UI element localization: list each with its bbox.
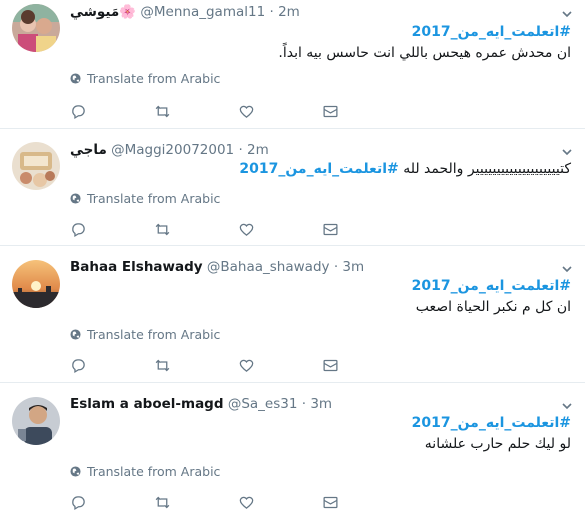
direct-message-button[interactable] <box>322 102 406 120</box>
retweet-button[interactable] <box>154 102 238 120</box>
retweet-icon <box>155 105 170 117</box>
translate-label: Translate from Arabic <box>87 191 221 206</box>
retweet-button[interactable] <box>154 220 238 238</box>
chevron-down-icon[interactable] <box>561 400 573 412</box>
separator-dot: · <box>269 4 274 20</box>
timestamp[interactable]: 3m <box>342 259 364 275</box>
avatar[interactable] <box>12 397 60 445</box>
reply-icon <box>72 104 85 119</box>
separator-dot: · <box>333 259 339 275</box>
envelope-icon <box>323 496 338 508</box>
direct-message-button[interactable] <box>322 220 406 238</box>
envelope-icon <box>323 223 338 235</box>
retweet-icon <box>155 359 170 371</box>
tweet-text: ان كل م نكبر الحياة اصعب <box>415 299 571 315</box>
hashtag-link[interactable]: #اتعلمت_ايه_من_2017 <box>239 161 398 177</box>
hashtag-link[interactable]: #اتعلمت_ايه_من_2017 <box>70 413 571 434</box>
tweet-header: Eslam a aboel-magd @Sa_es31 · 3m <box>70 396 555 412</box>
display-name[interactable]: ماجي <box>70 142 107 158</box>
display-name[interactable]: مَيوشي🌸 <box>70 4 136 20</box>
tweet-item[interactable]: Eslam a aboel-magd @Sa_es31 · 3m #اتعلمت… <box>0 383 585 512</box>
hashtag-link[interactable]: #اتعلمت_ايه_من_2017 <box>70 22 571 43</box>
reply-button[interactable] <box>70 102 154 120</box>
reply-button[interactable] <box>70 493 154 511</box>
tweet-header: ماجي @Maggi20072001 · 2m <box>70 142 555 158</box>
chevron-down-icon[interactable] <box>561 146 573 158</box>
translate-label: Translate from Arabic <box>87 327 221 342</box>
reply-icon <box>72 358 85 373</box>
tweet-text: كتيييييييييييييييييييير والحمد لله <box>403 161 571 177</box>
tweet-body: #اتعلمت_ايه_من_2017 لو ليك حلم حارب علشا… <box>70 413 571 455</box>
avatar[interactable] <box>12 142 60 190</box>
translate-label: Translate from Arabic <box>87 464 221 479</box>
envelope-icon <box>323 359 338 371</box>
timestamp[interactable]: 2m <box>247 142 269 158</box>
reply-button[interactable] <box>70 220 154 238</box>
direct-message-button[interactable] <box>322 493 406 511</box>
tweet-text: ان محدش عمره هيحس باللي انت حاسس بيه ابد… <box>278 45 571 61</box>
tweet-feed: مَيوشي🌸 @Menna_gamal11 · 2m #اتعلمت_ايه_… <box>0 0 585 512</box>
tweet-body: كتيييييييييييييييييييير والحمد لله #اتعل… <box>70 159 571 180</box>
like-button[interactable] <box>238 102 322 120</box>
user-handle[interactable]: @Menna_gamal11 <box>140 4 265 20</box>
tweet-item[interactable]: Bahaa Elshawady @Bahaa_shawady · 3m #اتع… <box>0 246 585 383</box>
timestamp[interactable]: 2m <box>278 4 300 20</box>
retweet-button[interactable] <box>154 493 238 511</box>
heart-icon <box>239 105 254 118</box>
translate-link[interactable]: Translate from Arabic <box>70 464 220 479</box>
tweet-header: مَيوشي🌸 @Menna_gamal11 · 2m <box>70 4 555 20</box>
reply-button[interactable] <box>70 356 154 374</box>
translate-link[interactable]: Translate from Arabic <box>70 71 220 86</box>
translate-label: Translate from Arabic <box>87 71 221 86</box>
avatar[interactable] <box>12 260 60 308</box>
direct-message-button[interactable] <box>322 356 406 374</box>
globe-icon <box>70 466 81 477</box>
tweet-actions <box>70 493 406 511</box>
reply-icon <box>72 495 85 510</box>
chevron-down-icon[interactable] <box>561 263 573 275</box>
globe-icon <box>70 193 81 204</box>
separator-dot: · <box>301 396 307 412</box>
like-button[interactable] <box>238 356 322 374</box>
separator-dot: · <box>238 142 243 158</box>
chevron-down-icon[interactable] <box>561 8 573 20</box>
like-button[interactable] <box>238 220 322 238</box>
tweet-text: لو ليك حلم حارب علشانه <box>424 436 571 452</box>
user-handle[interactable]: @Maggi20072001 <box>111 142 234 158</box>
tweet-header: Bahaa Elshawady @Bahaa_shawady · 3m <box>70 259 555 275</box>
display-name[interactable]: Bahaa Elshawady <box>70 259 203 275</box>
timestamp[interactable]: 3m <box>310 396 332 412</box>
user-handle[interactable]: @Sa_es31 <box>228 396 298 412</box>
tweet-actions <box>70 102 406 120</box>
tweet-body: #اتعلمت_ايه_من_2017 ان محدش عمره هيحس با… <box>70 22 571 64</box>
avatar[interactable] <box>12 4 60 52</box>
heart-icon <box>239 223 254 236</box>
tweet-body: #اتعلمت_ايه_من_2017 ان كل م نكبر الحياة … <box>70 276 571 318</box>
globe-icon <box>70 73 81 84</box>
translate-link[interactable]: Translate from Arabic <box>70 327 220 342</box>
hashtag-link[interactable]: #اتعلمت_ايه_من_2017 <box>70 276 571 297</box>
globe-icon <box>70 329 81 340</box>
like-button[interactable] <box>238 493 322 511</box>
envelope-icon <box>323 105 338 117</box>
tweet-item[interactable]: مَيوشي🌸 @Menna_gamal11 · 2m #اتعلمت_ايه_… <box>0 0 585 129</box>
retweet-icon <box>155 223 170 235</box>
reply-icon <box>72 222 85 237</box>
tweet-actions <box>70 356 406 374</box>
tweet-actions <box>70 220 406 238</box>
heart-icon <box>239 496 254 509</box>
retweet-icon <box>155 496 170 508</box>
display-name[interactable]: Eslam a aboel-magd <box>70 396 224 412</box>
heart-icon <box>239 359 254 372</box>
retweet-button[interactable] <box>154 356 238 374</box>
user-handle[interactable]: @Bahaa_shawady <box>207 259 330 275</box>
translate-link[interactable]: Translate from Arabic <box>70 191 220 206</box>
tweet-item[interactable]: ماجي @Maggi20072001 · 2m كتييييييييييييي… <box>0 129 585 246</box>
